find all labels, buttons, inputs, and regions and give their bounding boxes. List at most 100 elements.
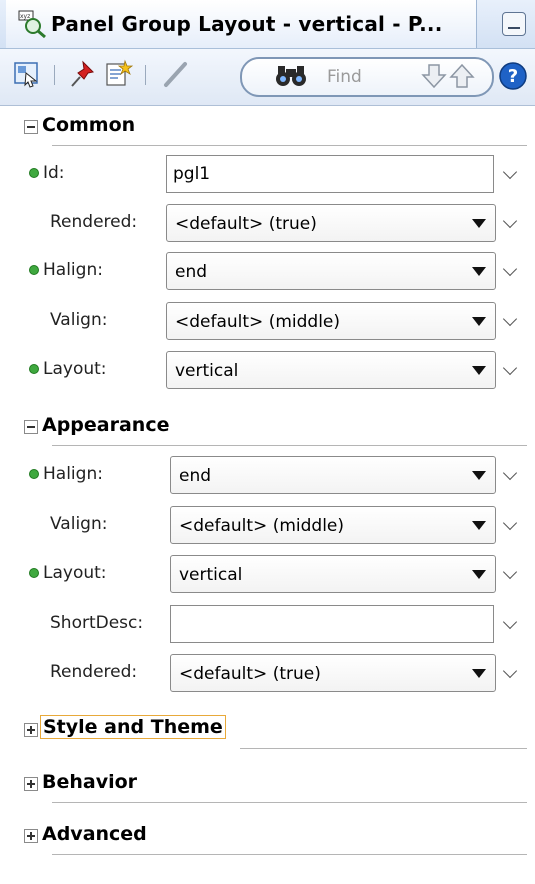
chevron-down-icon[interactable] — [502, 663, 518, 679]
edit-properties-icon[interactable] — [103, 59, 133, 89]
select-value: <default> (true) — [179, 664, 321, 684]
collapse-icon[interactable] — [24, 420, 38, 434]
select-value: vertical — [175, 361, 239, 381]
prop-label: Layout: — [43, 359, 107, 379]
prop-row-halign: Halign: end — [0, 456, 535, 496]
minimize-button[interactable] — [502, 12, 526, 36]
set-indicator-icon — [29, 364, 39, 374]
title-bar: xyz Panel Group Layout - vertical - P... — [0, 0, 535, 49]
halign-select[interactable]: end — [170, 456, 496, 494]
shortdesc-field[interactable] — [170, 605, 494, 643]
find-field[interactable]: Find — [240, 57, 494, 97]
set-indicator-icon — [29, 265, 39, 275]
chevron-down-icon[interactable] — [502, 465, 518, 481]
section-style-and-theme[interactable]: Style and Theme — [0, 715, 535, 749]
section-common[interactable]: Common — [0, 113, 535, 146]
select-value: <default> (middle) — [179, 516, 345, 536]
dropdown-arrow-icon[interactable] — [472, 267, 486, 276]
expand-icon[interactable] — [24, 723, 38, 737]
valign-select[interactable]: <default> (middle) — [166, 302, 496, 340]
select-value: end — [179, 466, 212, 486]
chevron-down-icon[interactable] — [502, 614, 518, 630]
section-appearance[interactable]: Appearance — [0, 413, 535, 446]
panel-title: Panel Group Layout - vertical - P... — [51, 12, 443, 36]
chevron-down-icon[interactable] — [502, 213, 518, 229]
divider — [52, 145, 527, 146]
prop-row-rendered: Rendered: <default> (true) — [0, 654, 535, 694]
collapse-icon[interactable] — [24, 120, 38, 134]
rendered-select[interactable]: <default> (true) — [170, 654, 496, 692]
help-icon[interactable]: ? — [498, 61, 528, 91]
select-value: <default> (middle) — [175, 312, 341, 332]
chevron-down-icon[interactable] — [502, 311, 518, 327]
id-field[interactable]: pgl1 — [166, 155, 494, 193]
prop-label: Valign: — [50, 514, 108, 534]
divider — [240, 748, 527, 749]
prop-label: Halign: — [43, 464, 103, 484]
prop-label: Valign: — [50, 310, 108, 330]
prop-row-layout: Layout: vertical — [0, 351, 535, 391]
prop-row-valign: Valign: <default> (middle) — [0, 302, 535, 342]
select-value: end — [175, 262, 208, 282]
section-behavior[interactable]: Behavior — [0, 770, 535, 803]
prop-row-rendered: Rendered: <default> (true) — [0, 204, 535, 244]
find-placeholder: Find — [327, 67, 362, 87]
section-title: Appearance — [42, 414, 170, 436]
chevron-down-icon[interactable] — [502, 360, 518, 376]
panel-tab[interactable]: xyz Panel Group Layout - vertical - P... — [6, 0, 477, 48]
section-title: Common — [42, 114, 136, 136]
dropdown-arrow-icon[interactable] — [472, 219, 486, 228]
binoculars-icon[interactable] — [274, 63, 308, 89]
select-value: vertical — [179, 565, 243, 585]
dropdown-arrow-icon[interactable] — [472, 366, 486, 375]
toolbar-separator — [145, 65, 146, 85]
chevron-down-icon[interactable] — [502, 261, 518, 277]
divider — [52, 854, 527, 855]
expand-icon[interactable] — [24, 777, 38, 791]
svg-text:xyz: xyz — [20, 13, 30, 20]
arrow-down-icon[interactable] — [420, 62, 448, 90]
divider — [52, 802, 527, 803]
valign-select[interactable]: <default> (middle) — [170, 506, 496, 544]
prop-label: ShortDesc: — [50, 613, 144, 633]
layout-select[interactable]: vertical — [166, 351, 496, 389]
dropdown-arrow-icon[interactable] — [472, 669, 486, 678]
expand-icon[interactable] — [24, 829, 38, 843]
dropdown-arrow-icon[interactable] — [472, 471, 486, 480]
svg-text:?: ? — [508, 66, 518, 87]
rendered-select[interactable]: <default> (true) — [166, 204, 496, 242]
prop-label: Layout: — [43, 563, 107, 583]
select-component-icon[interactable] — [12, 59, 42, 89]
dropdown-arrow-icon[interactable] — [472, 570, 486, 579]
section-title: Style and Theme — [40, 715, 226, 739]
set-indicator-icon — [29, 568, 39, 578]
properties-icon: xyz — [18, 10, 46, 38]
prop-label: Rendered: — [50, 662, 138, 682]
set-indicator-icon — [29, 469, 39, 479]
set-indicator-icon — [29, 168, 39, 178]
select-value: <default> (true) — [175, 214, 317, 234]
layout-select[interactable]: vertical — [170, 555, 496, 593]
dropdown-arrow-icon[interactable] — [472, 521, 486, 530]
prop-row-shortdesc: ShortDesc: — [0, 605, 535, 645]
prop-row-layout: Layout: vertical — [0, 555, 535, 595]
section-title: Advanced — [42, 823, 147, 845]
prop-label: Halign: — [43, 260, 103, 280]
dropdown-arrow-icon[interactable] — [472, 317, 486, 326]
prop-label: Rendered: — [50, 212, 138, 232]
prop-row-valign: Valign: <default> (middle) — [0, 506, 535, 546]
prop-label: Id: — [43, 163, 65, 183]
prop-row-id: Id: pgl1 — [0, 155, 535, 195]
divider — [52, 445, 527, 446]
halign-select[interactable]: end — [166, 252, 496, 290]
pencil-icon[interactable] — [160, 59, 190, 89]
toolbar: Find ? — [0, 49, 535, 106]
prop-row-halign: Halign: end — [0, 252, 535, 292]
chevron-down-icon[interactable] — [502, 564, 518, 580]
toolbar-separator — [54, 65, 55, 85]
arrow-up-icon[interactable] — [448, 62, 476, 90]
chevron-down-icon[interactable] — [502, 164, 518, 180]
chevron-down-icon[interactable] — [502, 515, 518, 531]
section-advanced[interactable]: Advanced — [0, 822, 535, 855]
pin-icon[interactable] — [68, 59, 98, 89]
